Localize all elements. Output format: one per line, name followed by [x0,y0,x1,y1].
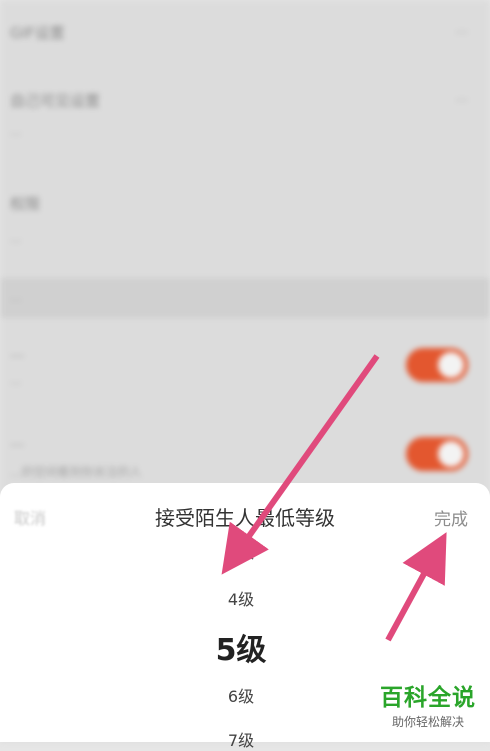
toggle-setting-1-title: ... [10,343,25,361]
section-header: ... [0,278,490,318]
gif-setting-value: ... [455,22,468,37]
picker-option-5-selected[interactable]: 5级 [0,625,482,669]
toggle-switch-1[interactable] [406,348,468,382]
toggle-knob [438,441,464,467]
toggle-knob [438,352,464,378]
watermark-sub-text: 助你轻松解决 [391,715,464,729]
toggle-setting-2-title: ... [10,432,25,450]
visibility-setting-value: ... [455,90,468,105]
done-button[interactable]: 完成 [434,505,468,530]
section-header-label: ... [10,290,22,304]
picker-option-4[interactable]: 4级 [0,586,482,610]
toggle-setting-2-desc: ...的空间看到你关注的人 [10,465,142,479]
toggle-switch-2[interactable] [406,437,468,471]
watermark-logo: 百科全说 助你轻松解决 [380,678,476,730]
gif-setting-title: GIF设置 [10,24,65,42]
permission-setting-title: 权限 [10,195,41,213]
visibility-setting-title: 自己可见设置 [10,92,101,110]
visibility-setting-desc: ... [10,124,22,138]
toggle-setting-1-desc: ... [10,373,22,387]
permission-setting-desc: ... [10,231,22,245]
watermark-main-text: 百科全说 [380,685,476,711]
picker-option-3[interactable]: 3级 [0,539,482,563]
sheet-title: 接受陌生人最低等级 [155,506,335,530]
picker-option-7[interactable]: 7级 [0,727,482,751]
